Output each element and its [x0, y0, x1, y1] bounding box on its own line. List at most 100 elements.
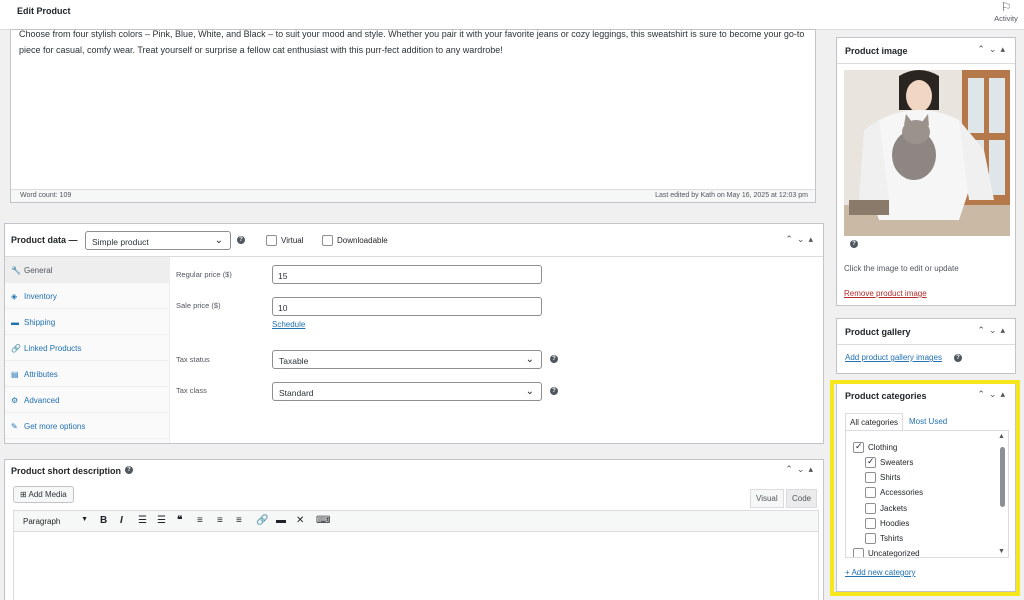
italic-icon[interactable]: I [120, 515, 123, 526]
category-name: Accessories [880, 488, 924, 497]
tab-attributes[interactable]: ▤ Attributes [5, 361, 170, 387]
add-media-button[interactable]: ⊞ Add Media [13, 486, 74, 503]
category-name: Clothing [868, 443, 898, 452]
tab-inventory[interactable]: ◈ Inventory [5, 283, 170, 309]
scroll-thumb[interactable] [1000, 447, 1005, 507]
tab-most-used[interactable]: Most Used [905, 413, 951, 430]
tab-label: Shipping [24, 318, 56, 327]
activity-button[interactable]: ⚐ Activity [991, 0, 1021, 28]
product-image-label: Product image [845, 46, 908, 56]
tab-label: Attributes [24, 370, 58, 379]
tax-class-select[interactable]: Standard ⌄ [272, 382, 542, 401]
tax-class-label: Tax class [176, 386, 207, 395]
tax-status-select[interactable]: Taxable ⌄ [272, 350, 542, 369]
product-image-header: Product image ⌃⌄▴ [837, 38, 1015, 64]
wrench-icon: 🔧 [11, 266, 21, 275]
help-icon[interactable]: ? [954, 354, 962, 362]
chevron-down-icon[interactable]: ⌄ [989, 325, 1001, 336]
tab-label: General [24, 266, 53, 275]
collapse-icon[interactable]: ▴ [808, 234, 817, 245]
collapse-icon[interactable]: ▴ [808, 464, 817, 475]
chevron-down-icon[interactable]: ⌄ [989, 389, 1001, 400]
chevron-up-icon[interactable]: ⌃ [785, 464, 797, 475]
tax-status-label: Tax status [176, 355, 210, 364]
product-photo[interactable] [844, 70, 1010, 236]
help-icon[interactable]: ? [125, 466, 133, 474]
category-scrollbar[interactable]: ▲ ▼ [998, 433, 1006, 555]
category-checkbox[interactable] [853, 548, 864, 557]
tab-label: Inventory [24, 292, 57, 301]
category-name: Uncategorized [868, 549, 920, 558]
description-editor: Choose from four stylish colors – Pink, … [10, 29, 816, 203]
help-icon[interactable]: ? [550, 355, 558, 363]
product-data-label: Product data — [11, 235, 78, 245]
category-checkbox[interactable] [865, 518, 876, 529]
product-image-panel: Product image ⌃⌄▴ ? Click the image to e… [836, 37, 1016, 306]
category-checkbox[interactable] [865, 456, 876, 468]
align-right-icon[interactable]: ≡ [236, 515, 242, 526]
help-icon[interactable]: ? [237, 236, 245, 244]
product-data-panel: Product data — Simple product ⌄ ? Virtua… [4, 223, 824, 444]
tab-shipping[interactable]: ▬ Shipping [5, 309, 170, 335]
chevron-down-icon[interactable]: ⌄ [797, 234, 809, 245]
category-checkbox[interactable] [865, 503, 876, 514]
virtual-checkbox[interactable] [266, 235, 277, 246]
sale-price-input[interactable]: 10 [272, 297, 542, 316]
category-list: Clothing Sweaters Shirts Accessories Jac… [845, 430, 1009, 558]
regular-price-input[interactable]: 15 [272, 265, 542, 284]
short-description-textarea[interactable] [13, 532, 819, 600]
tab-linked-products[interactable]: 🔗 Linked Products [5, 335, 170, 361]
chevron-up-icon[interactable]: ⌃ [977, 389, 989, 400]
align-left-icon[interactable]: ≡ [197, 515, 203, 526]
align-center-icon[interactable]: ≡ [217, 515, 223, 526]
scroll-up-icon[interactable]: ▲ [998, 433, 1005, 440]
tab-code[interactable]: Code [786, 489, 818, 508]
product-type-select[interactable]: Simple product ⌄ [85, 231, 231, 250]
collapse-icon[interactable]: ▴ [1000, 389, 1009, 400]
tab-general[interactable]: 🔧 General [5, 257, 170, 283]
word-count: Word count: 109 [20, 192, 72, 199]
tab-advanced[interactable]: ⚙ Advanced [5, 387, 170, 413]
remove-product-image-link[interactable]: Remove product image [844, 289, 927, 298]
paragraph-select[interactable]: Paragraph ▼ [18, 514, 92, 528]
tag-icon: ◈ [11, 292, 18, 301]
help-icon[interactable]: ? [550, 387, 558, 395]
list-icon: ▤ [11, 370, 19, 379]
category-checkbox[interactable] [853, 441, 864, 453]
chevron-up-icon[interactable]: ⌃ [977, 44, 989, 55]
media-icon: ⊞ [20, 490, 27, 499]
page-title: Edit Product [17, 6, 71, 16]
category-name: Tshirts [880, 534, 904, 543]
category-checkbox[interactable] [865, 487, 876, 498]
category-name: Shirts [880, 473, 901, 482]
chevron-down-icon[interactable]: ⌄ [989, 44, 1001, 55]
tax-class-value: Standard [279, 388, 314, 398]
chevron-down-icon[interactable]: ⌄ [797, 464, 809, 475]
blockquote-icon[interactable]: ❝ [177, 515, 182, 526]
add-gallery-images-link[interactable]: Add product gallery images [845, 353, 942, 362]
chevron-up-icon[interactable]: ⌃ [785, 234, 797, 245]
help-icon[interactable]: ? [850, 240, 858, 248]
chevron-up-icon[interactable]: ⌃ [977, 325, 989, 336]
category-checkbox[interactable] [865, 533, 876, 544]
truck-icon: ▬ [11, 318, 19, 327]
tab-visual[interactable]: Visual [750, 489, 784, 508]
scroll-down-icon[interactable]: ▼ [998, 548, 1005, 555]
bullet-list-icon[interactable]: ☰ [138, 515, 147, 526]
collapse-icon[interactable]: ▴ [1000, 325, 1009, 336]
schedule-link[interactable]: Schedule [272, 320, 305, 329]
description-text[interactable]: Choose from four stylish colors – Pink, … [19, 26, 809, 58]
tab-get-more-options[interactable]: ✎ Get more options [5, 413, 170, 439]
bold-icon[interactable]: B [100, 515, 107, 526]
numbered-list-icon[interactable]: ☰ [157, 515, 166, 526]
add-new-category-link[interactable]: + Add new category [845, 568, 916, 577]
category-checkbox[interactable] [865, 472, 876, 483]
link-icon: 🔗 [11, 344, 21, 353]
fullscreen-icon[interactable]: ✕ [296, 515, 304, 526]
downloadable-checkbox[interactable] [322, 235, 333, 246]
link-icon[interactable]: 🔗 [256, 515, 268, 526]
flag-icon: ⚐ [1000, 0, 1012, 14]
keyboard-icon[interactable]: ⌨ [316, 515, 330, 526]
collapse-icon[interactable]: ▴ [1000, 44, 1009, 55]
read-more-icon[interactable]: ▬ [276, 515, 286, 526]
